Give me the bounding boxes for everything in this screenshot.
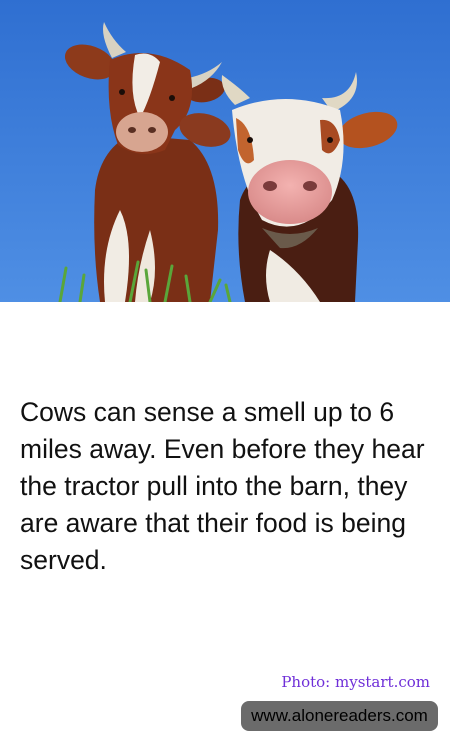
cows-photo [0,0,450,302]
site-watermark-badge: www.alonereaders.com [241,701,438,731]
photo-credit: Photo: mystart.com [281,673,430,691]
cow-fact-text: Cows can sense a smell up to 6 miles awa… [20,397,425,575]
